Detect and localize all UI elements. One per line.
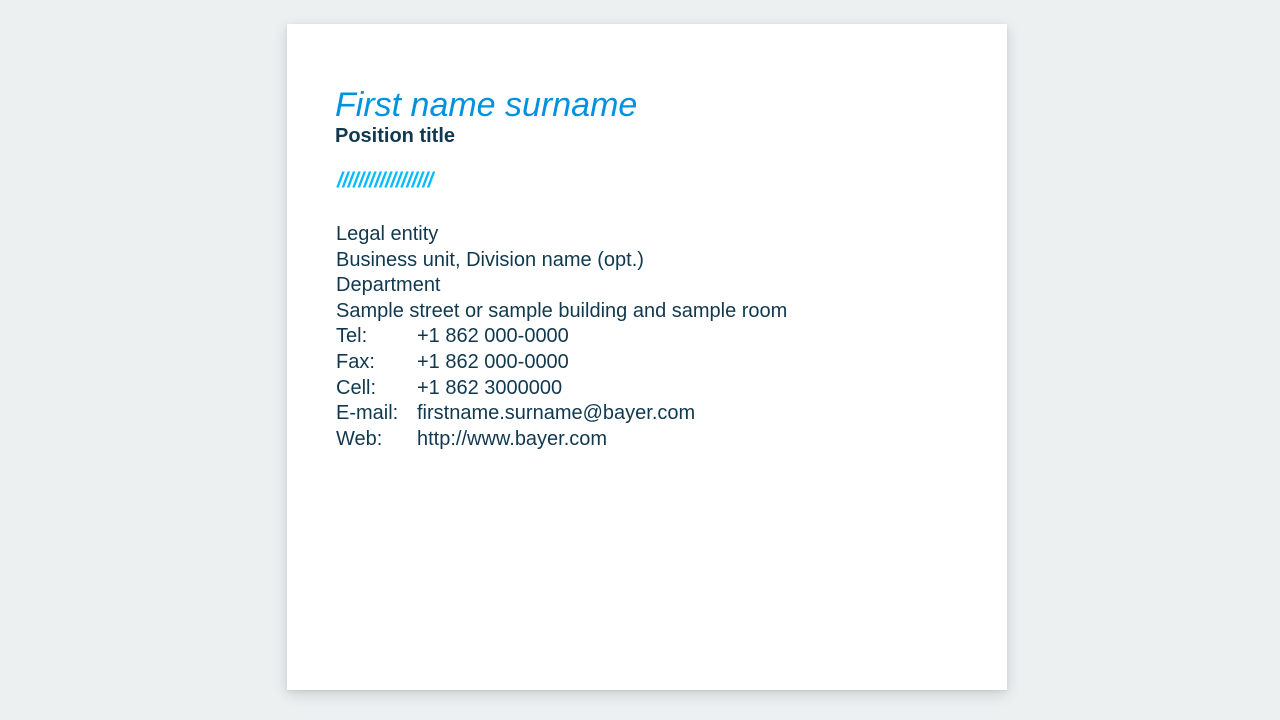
- contact-row-web: Web: http://www.bayer.com: [336, 427, 787, 453]
- contact-value-web[interactable]: http://www.bayer.com: [417, 427, 607, 453]
- contact-label-web: Web:: [336, 427, 383, 450]
- contact-value-fax[interactable]: +1 862 000-0000: [417, 350, 569, 376]
- legal-entity: Legal entity: [336, 223, 439, 245]
- contact-row-cell: Cell: +1 862 3000000: [336, 376, 787, 402]
- slash-divider: //////////////////: [337, 169, 434, 192]
- signature-page: First name surname Position title //////…: [287, 24, 1007, 690]
- address-block: Legal entity Business unit, Division nam…: [336, 222, 787, 452]
- contact-row-email: E-mail: firstname.surname@bayer.com: [336, 401, 787, 427]
- contact-row-fax: Fax: +1 862 000-0000: [336, 350, 787, 376]
- position-title: Position title: [335, 125, 455, 147]
- contact-row-tel: Tel: +1 862 000-0000: [336, 324, 787, 350]
- contact-value-cell[interactable]: +1 862 3000000: [417, 376, 562, 402]
- contact-label-fax: Fax:: [336, 350, 375, 373]
- department: Department: [336, 274, 441, 297]
- email-signature-block: First name surname Position title //////…: [335, 86, 787, 452]
- contact-value-email[interactable]: firstname.surname@bayer.com: [417, 401, 695, 427]
- contact-label-email: E-mail:: [336, 402, 399, 425]
- street-address: Sample street or sample building and sam…: [336, 299, 788, 322]
- business-unit: Business unit, Division name (opt.): [336, 248, 644, 271]
- contact-value-tel[interactable]: +1 862 000-0000: [417, 324, 569, 350]
- contact-label-cell: Cell:: [336, 376, 377, 399]
- contact-label-tel: Tel:: [336, 325, 368, 348]
- signature-name: First name surname: [335, 86, 638, 124]
